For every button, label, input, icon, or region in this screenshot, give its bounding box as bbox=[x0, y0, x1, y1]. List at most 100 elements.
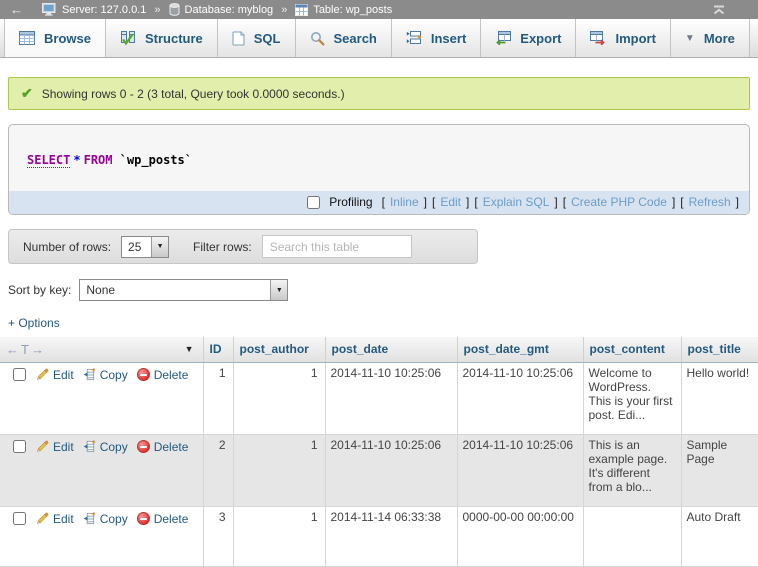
tab-import[interactable]: Import bbox=[576, 19, 670, 57]
rows-controls: Number of rows: 25 ▼ Filter rows: bbox=[8, 229, 478, 264]
tab-label: More bbox=[704, 31, 735, 46]
row-checkbox[interactable] bbox=[13, 512, 26, 525]
column-header-post-date[interactable]: post_date bbox=[325, 337, 457, 362]
bracket: ] bbox=[672, 195, 675, 209]
filter-rows-label: Filter rows: bbox=[193, 240, 252, 254]
delete-row-link[interactable]: Delete bbox=[154, 440, 189, 454]
cell-post-title: Sample Page bbox=[681, 434, 758, 506]
breadcrumb-database[interactable]: Database: myblog bbox=[169, 3, 274, 16]
edit-query-link[interactable]: Edit bbox=[440, 195, 461, 209]
status-message-text: Showing rows 0 - 2 (3 total, Query took … bbox=[42, 87, 345, 101]
column-header-post-author[interactable]: post_author bbox=[233, 337, 325, 362]
table-icon bbox=[295, 4, 308, 16]
refresh-link[interactable]: Refresh bbox=[689, 195, 731, 209]
query-actions-bar: Profiling [ Inline ] [ Edit ] [ Explain … bbox=[9, 191, 749, 214]
tab-label: Import bbox=[615, 31, 655, 46]
options-toggle-link[interactable]: + Options bbox=[8, 316, 60, 330]
cell-post-title: Auto Draft bbox=[681, 506, 758, 566]
tab-label: Insert bbox=[431, 31, 466, 46]
import-icon bbox=[590, 31, 606, 45]
tab-more[interactable]: ▼ More bbox=[671, 19, 750, 57]
cell-post-author: 1 bbox=[233, 506, 325, 566]
copy-row-link[interactable]: Copy bbox=[100, 368, 128, 382]
collapse-panel-icon[interactable] bbox=[712, 5, 726, 15]
chevron-down-icon: ▼ bbox=[270, 280, 287, 300]
sort-by-key-label: Sort by key: bbox=[8, 283, 71, 297]
row-checkbox[interactable] bbox=[13, 440, 26, 453]
breadcrumb-table[interactable]: Table: wp_posts bbox=[295, 4, 392, 16]
copy-row-link[interactable]: Copy bbox=[100, 440, 128, 454]
table-row: Edit Copy Delete 3 1 2014-11-14 06:33:38… bbox=[0, 506, 758, 566]
sql-page-icon bbox=[232, 31, 245, 46]
tab-structure[interactable]: Structure bbox=[106, 19, 218, 57]
explain-sql-link[interactable]: Explain SQL bbox=[483, 195, 550, 209]
pencil-icon bbox=[36, 440, 49, 453]
status-message: ✔ Showing rows 0 - 2 (3 total, Query too… bbox=[8, 77, 750, 110]
bracket: [ bbox=[680, 195, 683, 209]
sort-key-select[interactable]: None ▼ bbox=[79, 279, 288, 301]
column-header-id[interactable]: ID bbox=[203, 337, 233, 362]
tab-sql[interactable]: SQL bbox=[218, 19, 296, 57]
profiling-checkbox[interactable] bbox=[307, 196, 320, 209]
breadcrumb-server-label: Server: 127.0.0.1 bbox=[62, 4, 146, 16]
delete-row-link[interactable]: Delete bbox=[154, 368, 189, 382]
delete-row-link[interactable]: Delete bbox=[154, 512, 189, 526]
copy-row-icon bbox=[83, 440, 96, 453]
tab-insert[interactable]: Insert bbox=[392, 19, 481, 57]
sql-keyword-select[interactable]: SELECT bbox=[27, 153, 70, 168]
structure-icon bbox=[120, 31, 136, 45]
sort-caret-icon[interactable]: ▼ bbox=[185, 344, 197, 354]
profiling-label: Profiling bbox=[329, 195, 372, 209]
filter-rows-input[interactable] bbox=[262, 235, 412, 258]
actions-header: ←T→ ▼ bbox=[0, 337, 203, 362]
sql-table-ref: `wp_posts` bbox=[120, 153, 192, 167]
column-header-post-title[interactable]: post_title bbox=[681, 337, 758, 362]
edit-row-link[interactable]: Edit bbox=[53, 440, 74, 454]
bracket: [ bbox=[563, 195, 566, 209]
back-arrow-icon[interactable]: ← bbox=[10, 3, 23, 16]
table-row: Edit Copy Delete 1 1 2014-11-10 10:25:06… bbox=[0, 362, 758, 434]
tab-export[interactable]: Export bbox=[481, 19, 576, 57]
edit-row-link[interactable]: Edit bbox=[53, 512, 74, 526]
copy-row-icon bbox=[83, 368, 96, 381]
tab-browse[interactable]: Browse bbox=[4, 19, 106, 57]
cell-post-content: Welcome to WordPress. This is your first… bbox=[583, 362, 681, 434]
bracket: [ bbox=[382, 195, 385, 209]
number-of-rows-label: Number of rows: bbox=[23, 240, 111, 254]
sql-star: * bbox=[70, 153, 83, 167]
pencil-icon bbox=[36, 368, 49, 381]
breadcrumb-separator: » bbox=[281, 4, 287, 16]
cell-post-date: 2014-11-10 10:25:06 bbox=[325, 362, 457, 434]
cell-post-author: 1 bbox=[233, 434, 325, 506]
rows-count-select[interactable]: 25 ▼ bbox=[121, 236, 169, 258]
inline-link[interactable]: Inline bbox=[390, 195, 419, 209]
breadcrumb-server[interactable]: Server: 127.0.0.1 bbox=[42, 3, 146, 16]
delete-row-icon bbox=[137, 368, 150, 381]
sql-query-text: SELECT*FROM `wp_posts` bbox=[9, 125, 749, 191]
create-php-code-link[interactable]: Create PHP Code bbox=[571, 195, 667, 209]
column-header-post-content[interactable]: post_content bbox=[583, 337, 681, 362]
copy-row-icon bbox=[83, 512, 96, 525]
options-row: + Options bbox=[8, 316, 750, 330]
bracket: ] bbox=[466, 195, 469, 209]
insert-icon bbox=[406, 31, 422, 45]
edit-row-link[interactable]: Edit bbox=[53, 368, 74, 382]
export-icon bbox=[495, 31, 511, 45]
row-actions-cell: Edit Copy Delete bbox=[0, 434, 203, 506]
row-actions-cell: Edit Copy Delete bbox=[0, 362, 203, 434]
row-checkbox[interactable] bbox=[13, 368, 26, 381]
copy-row-link[interactable]: Copy bbox=[100, 512, 128, 526]
tab-bar: Browse Structure SQL Search Insert Expor… bbox=[0, 19, 758, 58]
transpose-icon[interactable]: ←T→ bbox=[6, 342, 46, 357]
cell-post-date-gmt: 2014-11-10 10:25:06 bbox=[457, 434, 583, 506]
breadcrumb: ← Server: 127.0.0.1 » Database: myblog »… bbox=[0, 0, 758, 19]
tab-search[interactable]: Search bbox=[296, 19, 392, 57]
sort-key-value: None bbox=[80, 280, 270, 300]
bracket: [ bbox=[432, 195, 435, 209]
cell-post-date: 2014-11-10 10:25:06 bbox=[325, 434, 457, 506]
sort-controls: Sort by key: None ▼ bbox=[8, 279, 750, 301]
cell-post-title: Hello world! bbox=[681, 362, 758, 434]
tab-label: Search bbox=[334, 31, 377, 46]
bracket: [ bbox=[474, 195, 477, 209]
column-header-post-date-gmt[interactable]: post_date_gmt bbox=[457, 337, 583, 362]
